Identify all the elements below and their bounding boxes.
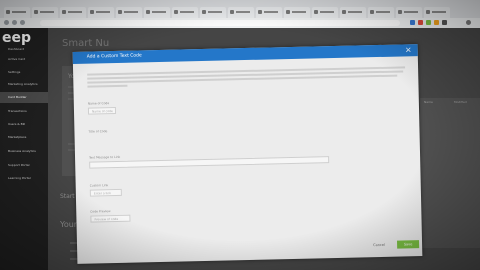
dialog-title: Add a Custom Text Code xyxy=(86,53,142,60)
browser-tab[interactable] xyxy=(32,7,58,18)
background-table: Name Modified xyxy=(420,98,480,248)
sidebar-item-card-builder[interactable]: Card Builder xyxy=(0,92,48,103)
cancel-button[interactable]: Cancel xyxy=(373,243,385,247)
tab-title-placeholder xyxy=(208,11,222,13)
tab-title-placeholder xyxy=(376,11,390,13)
tab-title-placeholder xyxy=(404,11,418,13)
browser-tab[interactable] xyxy=(200,7,226,18)
sidebar-item-users-bill[interactable]: Users & Bill xyxy=(0,119,48,130)
field-label-text-message: Text Message to Link xyxy=(88,154,121,160)
browser-tab[interactable] xyxy=(312,7,338,18)
tab-title-placeholder xyxy=(152,11,166,13)
field-label-title: Title of Code xyxy=(88,129,108,134)
back-icon[interactable] xyxy=(4,20,9,25)
sidebar-item-marketplace[interactable]: Marketplace xyxy=(0,132,48,143)
favicon-icon xyxy=(398,10,402,14)
browser-address-bar xyxy=(0,18,480,28)
tab-title-placeholder xyxy=(68,11,82,13)
browser-tab[interactable] xyxy=(284,7,310,18)
extension-icon[interactable] xyxy=(434,20,439,25)
dialog-description xyxy=(87,66,406,88)
browser-tab[interactable] xyxy=(60,7,86,18)
save-button[interactable]: Save xyxy=(397,240,420,249)
favicon-icon xyxy=(6,10,10,14)
url-input[interactable] xyxy=(40,20,400,26)
sidebar-item-support-portal[interactable]: Support Portal xyxy=(0,160,48,171)
favicon-icon xyxy=(90,10,94,14)
page-title: Smart Nu xyxy=(62,38,110,49)
extension-icon[interactable] xyxy=(442,20,447,25)
browser-tab-bar xyxy=(0,0,480,18)
table-header: Name xyxy=(424,100,433,104)
tab-title-placeholder xyxy=(432,11,446,13)
field-label-code-preview: Code Preview xyxy=(90,209,111,214)
app-page: eep Dashboard Active Card Settings Marke… xyxy=(0,28,480,270)
tab-title-placeholder xyxy=(96,11,110,13)
favicon-icon xyxy=(426,10,430,14)
text-line xyxy=(87,84,128,88)
tab-title-placeholder xyxy=(40,11,54,13)
sidebar-item-transactions[interactable]: Transactions xyxy=(0,106,48,117)
favicon-icon xyxy=(202,10,206,14)
favicon-icon xyxy=(146,10,150,14)
field-label-name: Name of Code xyxy=(87,101,110,106)
favicon-icon xyxy=(174,10,178,14)
sidebar-item-business-analytics[interactable]: Business Analytics xyxy=(0,146,48,157)
sidebar-item-settings[interactable]: Settings xyxy=(0,67,48,78)
sidebar: eep Dashboard Active Card Settings Marke… xyxy=(0,28,48,270)
extension-icon[interactable] xyxy=(410,20,415,25)
extension-icon[interactable] xyxy=(418,20,423,25)
close-icon[interactable]: × xyxy=(405,45,412,55)
browser-tab[interactable] xyxy=(396,7,422,18)
add-custom-text-code-dialog: Add a Custom Text Code × Name of Code Na… xyxy=(72,44,423,264)
favicon-icon xyxy=(230,10,234,14)
code-preview-field: Preview of code xyxy=(90,214,131,223)
table-header: Modified xyxy=(454,100,467,104)
browser-tab[interactable] xyxy=(116,7,142,18)
favicon-icon xyxy=(118,10,122,14)
browser-tab[interactable] xyxy=(228,7,254,18)
tab-title-placeholder xyxy=(236,11,250,13)
browser-tab[interactable] xyxy=(340,7,366,18)
browser-tab[interactable] xyxy=(424,7,450,18)
favicon-icon xyxy=(314,10,318,14)
tab-title-placeholder xyxy=(292,11,306,13)
text-message-input[interactable] xyxy=(89,156,330,169)
browser-tab[interactable] xyxy=(256,7,282,18)
favicon-icon xyxy=(370,10,374,14)
browser-tab[interactable] xyxy=(368,7,394,18)
sidebar-item-marketing-analytics[interactable]: Marketing Analytics xyxy=(0,79,48,90)
custom-link-input[interactable]: Enter a link xyxy=(89,188,122,197)
reload-icon[interactable] xyxy=(20,20,25,25)
tab-title-placeholder xyxy=(180,11,194,13)
browser-tab[interactable] xyxy=(88,7,114,18)
tab-title-placeholder xyxy=(12,11,26,13)
favicon-icon xyxy=(34,10,38,14)
forward-icon[interactable] xyxy=(12,20,17,25)
favicon-icon xyxy=(62,10,66,14)
browser-tab[interactable] xyxy=(4,7,30,18)
browser-tab[interactable] xyxy=(144,7,170,18)
extension-icon[interactable] xyxy=(426,20,431,25)
name-of-code-input[interactable]: Name of code xyxy=(87,106,117,115)
tab-title-placeholder xyxy=(320,11,334,13)
favicon-icon xyxy=(342,10,346,14)
favicon-icon xyxy=(258,10,262,14)
sidebar-item-learning-portal[interactable]: Learning Portal xyxy=(0,173,48,184)
browser-tab[interactable] xyxy=(172,7,198,18)
tab-title-placeholder xyxy=(264,11,278,13)
tab-title-placeholder xyxy=(124,11,138,13)
profile-icon[interactable] xyxy=(466,20,471,25)
favicon-icon xyxy=(286,10,290,14)
sidebar-item-active-card[interactable]: Active Card xyxy=(0,54,48,65)
field-label-custom-link: Custom Link xyxy=(89,183,109,188)
tab-title-placeholder xyxy=(348,11,362,13)
